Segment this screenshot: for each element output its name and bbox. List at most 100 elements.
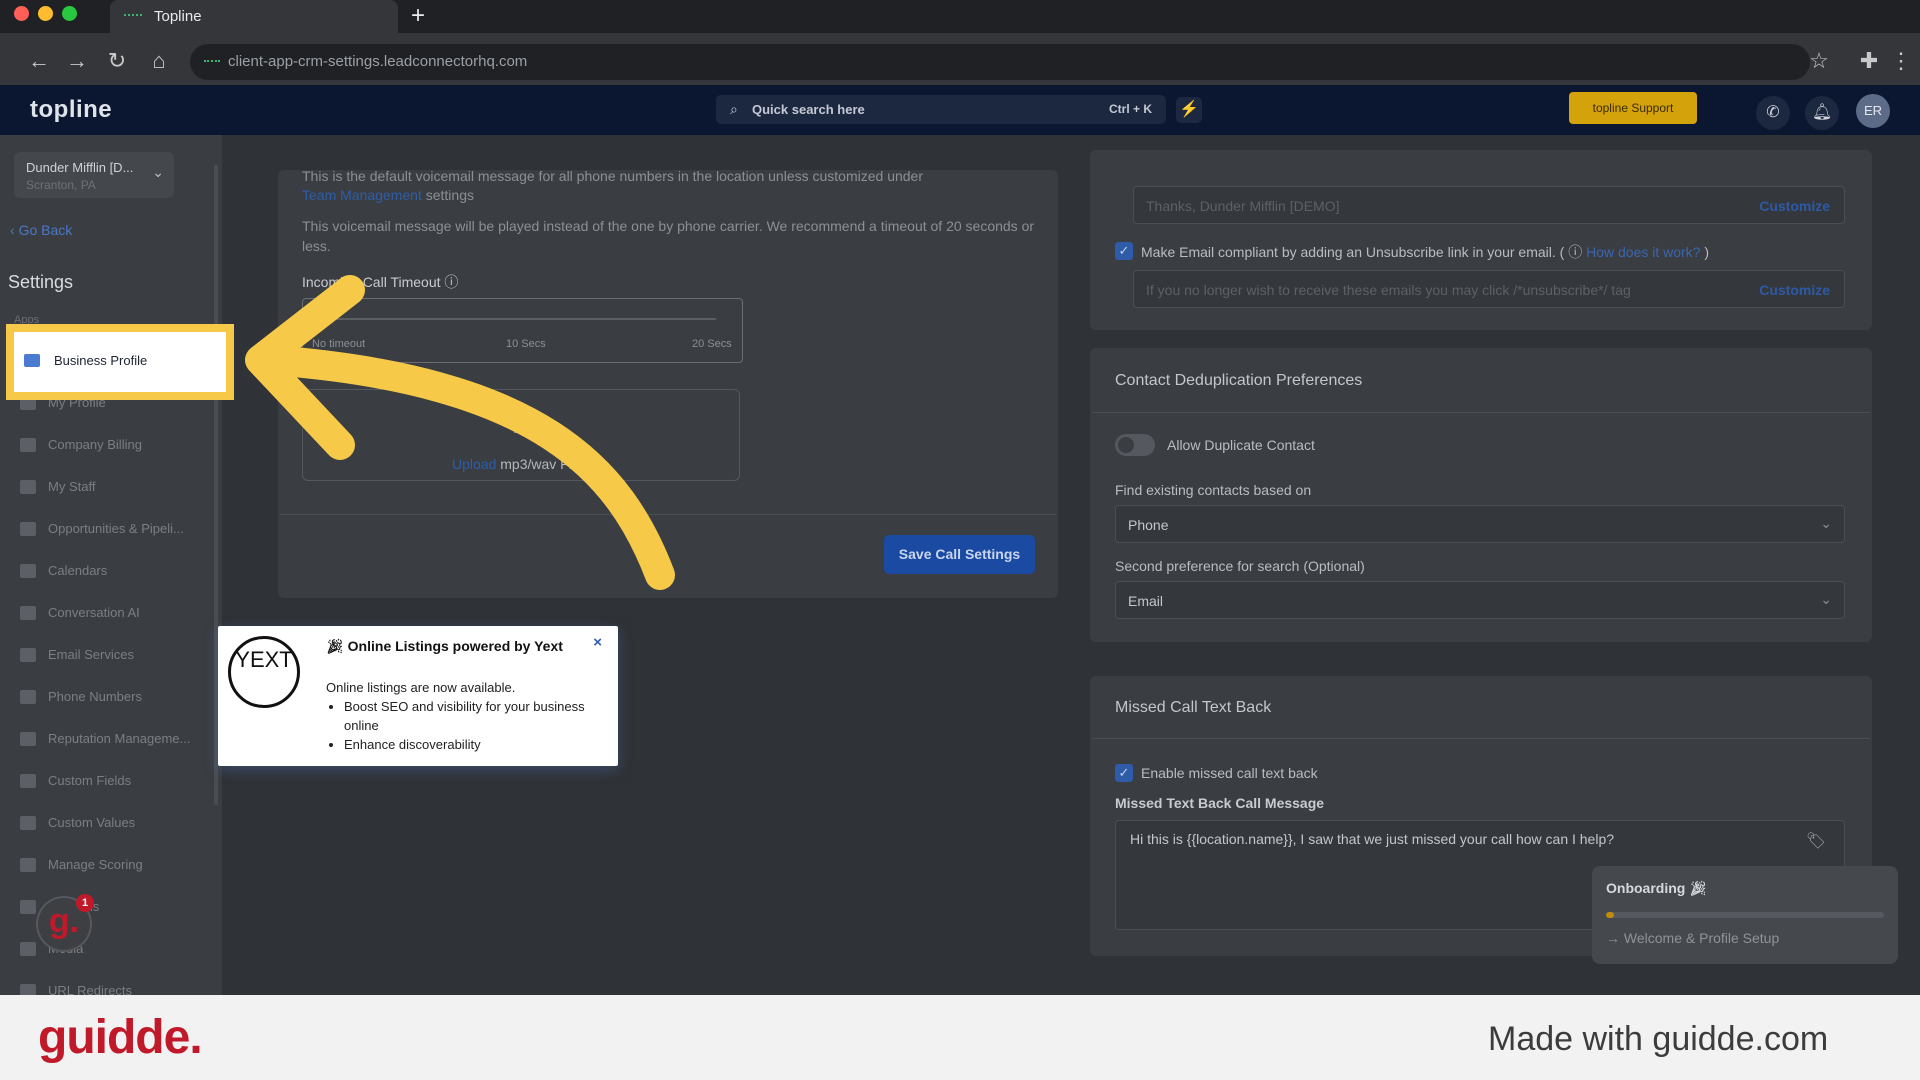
team-management-line: Team Management settings: [302, 187, 474, 203]
allow-duplicate-label: Allow Duplicate Contact: [1167, 437, 1315, 453]
compliant-checkbox[interactable]: ✓: [1115, 242, 1133, 260]
arrow-right-icon: →: [1606, 930, 1624, 946]
team-management-link[interactable]: Team Management: [302, 187, 422, 203]
location-switcher[interactable]: Dunder Mifflin [D... Scranton, PA ⌄: [14, 152, 174, 198]
yext-logo: YEXT: [228, 636, 300, 708]
chevron-down-icon: ⌄: [152, 164, 164, 180]
custom-fields-icon: [20, 773, 36, 788]
briefcase-icon: [24, 354, 40, 367]
unsubscribe-input[interactable]: If you no longer wish to receive these e…: [1133, 270, 1845, 308]
save-call-settings-button[interactable]: Save Call Settings: [884, 535, 1035, 574]
favicon-icon: [124, 14, 142, 18]
forward-icon[interactable]: →: [64, 48, 90, 74]
app-logo[interactable]: topline: [30, 96, 112, 124]
customize-sender-button[interactable]: Customize: [1759, 198, 1830, 214]
location-city: Scranton, PA: [26, 178, 96, 192]
how-does-it-work-link[interactable]: How does it work?: [1586, 244, 1700, 260]
quick-search[interactable]: ⌕ Quick search here Ctrl + K: [716, 95, 1166, 124]
onboarding-title: Onboarding 🎉︎: [1606, 880, 1707, 897]
guidde-badge-letter: g.: [48, 902, 80, 940]
minimize-window-button[interactable]: [38, 6, 53, 21]
new-tab-button[interactable]: +: [404, 3, 432, 31]
onboarding-step-label: Welcome & Profile Setup: [1623, 930, 1780, 946]
sidebar-item-custom-fields[interactable]: Custom Fields: [20, 772, 131, 792]
sidebar-item-my-staff[interactable]: My Staff: [20, 478, 95, 498]
sidebar-item-label: Calendars: [48, 563, 108, 579]
sidebar-item-label: Reputation Manageme...: [48, 731, 191, 747]
sidebar-item-calendars[interactable]: Calendars: [20, 562, 107, 582]
second-pref-label: Second preference for search (Optional): [1115, 558, 1365, 574]
onboarding-progress-fill: [1606, 912, 1615, 918]
site-info-icon[interactable]: [204, 60, 220, 64]
reputation-management-icon: [20, 731, 36, 746]
onboarding-title-text: Onboarding: [1606, 880, 1686, 896]
find-label: Find existing contacts based on: [1115, 482, 1312, 498]
back-icon[interactable]: ←: [26, 48, 52, 74]
close-window-button[interactable]: [14, 6, 29, 21]
maximize-window-button[interactable]: [62, 6, 77, 21]
support-button[interactable]: topline Support: [1569, 92, 1697, 124]
onboarding-widget[interactable]: Onboarding 🎉︎ → Welcome & Profile Setup: [1592, 866, 1898, 964]
divider: [1092, 738, 1870, 739]
sidebar-item-label: Opportunities & Pipeli...: [48, 521, 184, 537]
compliant-label-text: Make Email compliant by adding an Unsubs…: [1141, 244, 1556, 260]
popup-title: 🎉︎ Online Listings powered by Yext: [326, 638, 563, 655]
sidebar-item-label: My Staff: [48, 479, 96, 495]
sidebar-item-phone-numbers[interactable]: Phone Numbers: [20, 688, 142, 708]
phone-icon[interactable]: ✆: [1756, 96, 1790, 130]
home-icon[interactable]: ⌂: [146, 48, 172, 74]
sidebar-item-custom-values[interactable]: Custom Values: [20, 814, 135, 834]
browser-tab[interactable]: Topline: [110, 0, 398, 33]
sender-signature-input[interactable]: Thanks, Dunder Mifflin [DEMO] Customize: [1133, 186, 1845, 224]
second-pref-select[interactable]: Email ⌄: [1115, 581, 1845, 619]
guidde-badge[interactable]: g. 1: [38, 894, 94, 950]
paren-close: ): [1704, 244, 1710, 260]
settings-heading: Settings: [8, 272, 74, 292]
dedup-title: Contact Deduplication Preferences: [1115, 372, 1363, 389]
sidebar-item-label: Custom Fields: [48, 773, 132, 789]
lightning-icon[interactable]: ⚡: [1176, 97, 1202, 123]
enable-missed-call-checkbox[interactable]: ✓: [1115, 764, 1133, 782]
party-icon: 🎉︎: [326, 638, 348, 654]
extensions-icon[interactable]: ✚: [1856, 48, 1882, 74]
settings-suffix: settings: [425, 187, 474, 203]
sidebar-item-company-billing[interactable]: Company Billing: [20, 436, 142, 456]
media-icon: [20, 941, 36, 956]
sidebar-item-manage-scoring[interactable]: Manage Scoring: [20, 856, 143, 876]
close-icon[interactable]: ×: [593, 634, 602, 651]
find-select[interactable]: Phone ⌄: [1115, 505, 1845, 543]
tab-title: Topline: [154, 8, 202, 25]
sidebar-item-email-services[interactable]: Email Services: [20, 646, 134, 666]
yext-logo-text: YEXT: [235, 647, 293, 672]
sidebar-item-reputation-management[interactable]: Reputation Manageme...: [20, 730, 190, 750]
onboarding-step[interactable]: → Welcome & Profile Setup: [1606, 930, 1779, 946]
popup-title-text: Online Listings powered by Yext: [347, 638, 563, 654]
info-icon: ( ⓘ: [1559, 244, 1587, 260]
yext-popup: YEXT 🎉︎ Online Listings powered by Yext …: [218, 626, 618, 766]
tag-icon[interactable]: 🏷︎: [1806, 831, 1826, 851]
chevron-down-icon: ⌄: [1820, 591, 1832, 607]
bookmark-star-icon[interactable]: ☆: [1806, 48, 1832, 74]
allow-duplicate-toggle[interactable]: [1115, 434, 1155, 456]
domains-icon: [20, 899, 36, 914]
reload-icon[interactable]: ↻: [104, 48, 130, 74]
sidebar-item-label: Email Services: [48, 647, 134, 663]
voicemail-recommendation: This voicemail message will be played in…: [302, 218, 1035, 254]
sidebar-item-label: Business Profile: [54, 353, 148, 368]
avatar[interactable]: ER: [1856, 94, 1890, 128]
sidebar-item-opportunities[interactable]: Opportunities & Pipeli...: [20, 520, 184, 540]
address-bar[interactable]: client-app-crm-settings.leadconnectorhq.…: [190, 44, 1810, 80]
popup-body: Online listings are now available. Boost…: [326, 678, 596, 754]
sidebar-item-label: Manage Scoring: [48, 857, 143, 873]
my-staff-icon: [20, 479, 36, 494]
sidebar-item-business-profile[interactable]: Business Profile: [6, 324, 234, 400]
customize-unsubscribe-button[interactable]: Customize: [1759, 282, 1830, 298]
second-pref-value: Email: [1128, 593, 1164, 609]
browser-menu-icon[interactable]: ⋮: [1888, 48, 1914, 74]
email-services-icon: [20, 647, 36, 662]
go-back-link[interactable]: ‹ Go Back: [10, 222, 72, 238]
sidebar-item-conversation-ai[interactable]: Conversation AI: [20, 604, 140, 624]
bell-icon[interactable]: 🔔︎: [1805, 96, 1839, 130]
unsubscribe-placeholder: If you no longer wish to receive these e…: [1146, 282, 1631, 298]
search-label: Quick search here: [752, 102, 865, 117]
